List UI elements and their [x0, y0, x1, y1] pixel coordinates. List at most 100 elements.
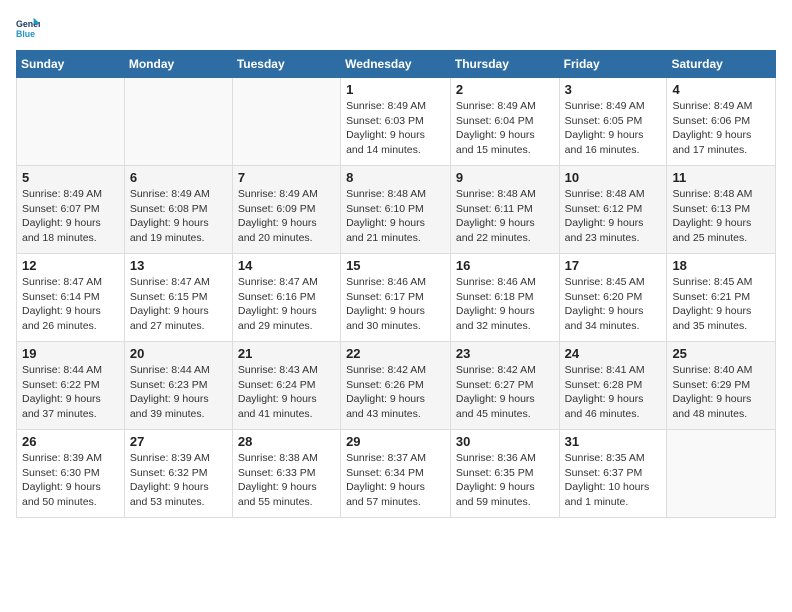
- day-number: 28: [238, 434, 335, 449]
- day-number: 20: [130, 346, 227, 361]
- day-number: 26: [22, 434, 119, 449]
- day-info: Sunrise: 8:46 AMSunset: 6:17 PMDaylight:…: [346, 275, 445, 334]
- day-info: Sunrise: 8:44 AMSunset: 6:22 PMDaylight:…: [22, 363, 119, 422]
- day-number: 27: [130, 434, 227, 449]
- day-info: Sunrise: 8:41 AMSunset: 6:28 PMDaylight:…: [565, 363, 662, 422]
- weekday-header-saturday: Saturday: [667, 51, 776, 78]
- day-number: 31: [565, 434, 662, 449]
- day-info: Sunrise: 8:40 AMSunset: 6:29 PMDaylight:…: [672, 363, 770, 422]
- calendar-cell: [232, 78, 340, 166]
- calendar-week-row: 26Sunrise: 8:39 AMSunset: 6:30 PMDayligh…: [17, 430, 776, 518]
- day-number: 19: [22, 346, 119, 361]
- day-info: Sunrise: 8:49 AMSunset: 6:07 PMDaylight:…: [22, 187, 119, 246]
- calendar-cell: 26Sunrise: 8:39 AMSunset: 6:30 PMDayligh…: [17, 430, 125, 518]
- day-number: 5: [22, 170, 119, 185]
- calendar-cell: 2 Sunrise: 8:49 AMSunset: 6:04 PMDaylight…: [450, 78, 559, 166]
- day-info: Sunrise: 8:47 AMSunset: 6:15 PMDaylight:…: [130, 275, 227, 334]
- day-info: Sunrise: 8:37 AMSunset: 6:34 PMDaylight:…: [346, 451, 445, 510]
- day-info: Sunrise: 8:36 AMSunset: 6:35 PMDaylight:…: [456, 451, 554, 510]
- calendar-cell: 28 Sunrise: 8:38 AMSunset: 6:33 PMDayligh…: [232, 430, 340, 518]
- day-number: 14: [238, 258, 335, 273]
- day-number: 12: [22, 258, 119, 273]
- day-info: Sunrise: 8:35 AMSunset: 6:37 PMDaylight:…: [565, 451, 662, 510]
- weekday-header-monday: Monday: [124, 51, 232, 78]
- calendar-cell: [124, 78, 232, 166]
- calendar-week-row: 5 Sunrise: 8:49 AMSunset: 6:07 PMDaylight…: [17, 166, 776, 254]
- day-number: 13: [130, 258, 227, 273]
- calendar-cell: 11 Sunrise: 8:48 AMSunset: 6:13 PMDayligh…: [667, 166, 776, 254]
- calendar-cell: 24Sunrise: 8:41 AMSunset: 6:28 PMDayligh…: [559, 342, 667, 430]
- calendar-cell: 22 Sunrise: 8:42 AMSunset: 6:26 PMDayligh…: [341, 342, 451, 430]
- day-info: Sunrise: 8:49 AMSunset: 6:06 PMDaylight:…: [672, 99, 770, 158]
- calendar-cell: 12 Sunrise: 8:47 AMSunset: 6:14 PMDayligh…: [17, 254, 125, 342]
- day-info: Sunrise: 8:43 AMSunset: 6:24 PMDaylight:…: [238, 363, 335, 422]
- day-info: Sunrise: 8:42 AMSunset: 6:26 PMDaylight:…: [346, 363, 445, 422]
- weekday-header-thursday: Thursday: [450, 51, 559, 78]
- calendar-cell: 14 Sunrise: 8:47 AMSunset: 6:16 PMDayligh…: [232, 254, 340, 342]
- calendar-table: SundayMondayTuesdayWednesdayThursdayFrid…: [16, 50, 776, 518]
- day-info: Sunrise: 8:47 AMSunset: 6:14 PMDaylight:…: [22, 275, 119, 334]
- calendar-cell: 9 Sunrise: 8:48 AMSunset: 6:11 PMDaylight…: [450, 166, 559, 254]
- day-info: Sunrise: 8:44 AMSunset: 6:23 PMDaylight:…: [130, 363, 227, 422]
- calendar-cell: 5 Sunrise: 8:49 AMSunset: 6:07 PMDaylight…: [17, 166, 125, 254]
- calendar-cell: 18 Sunrise: 8:45 AMSunset: 6:21 PMDayligh…: [667, 254, 776, 342]
- day-info: Sunrise: 8:45 AMSunset: 6:21 PMDaylight:…: [672, 275, 770, 334]
- day-number: 30: [456, 434, 554, 449]
- calendar-week-row: 19 Sunrise: 8:44 AMSunset: 6:22 PMDayligh…: [17, 342, 776, 430]
- day-number: 22: [346, 346, 445, 361]
- day-number: 16: [456, 258, 554, 273]
- logo: General Blue: [16, 16, 44, 40]
- day-number: 6: [130, 170, 227, 185]
- calendar-cell: 30 Sunrise: 8:36 AMSunset: 6:35 PMDayligh…: [450, 430, 559, 518]
- day-info: Sunrise: 8:49 AMSunset: 6:09 PMDaylight:…: [238, 187, 335, 246]
- calendar-cell: 20 Sunrise: 8:44 AMSunset: 6:23 PMDayligh…: [124, 342, 232, 430]
- day-info: Sunrise: 8:49 AMSunset: 6:04 PMDaylight:…: [456, 99, 554, 158]
- calendar-cell: 13 Sunrise: 8:47 AMSunset: 6:15 PMDayligh…: [124, 254, 232, 342]
- calendar-cell: 15 Sunrise: 8:46 AMSunset: 6:17 PMDayligh…: [341, 254, 451, 342]
- calendar-cell: 3 Sunrise: 8:49 AMSunset: 6:05 PMDaylight…: [559, 78, 667, 166]
- day-number: 1: [346, 82, 445, 97]
- calendar-cell: [667, 430, 776, 518]
- day-info: Sunrise: 8:47 AMSunset: 6:16 PMDaylight:…: [238, 275, 335, 334]
- day-number: 21: [238, 346, 335, 361]
- day-number: 2: [456, 82, 554, 97]
- day-number: 9: [456, 170, 554, 185]
- calendar-cell: 25Sunrise: 8:40 AMSunset: 6:29 PMDayligh…: [667, 342, 776, 430]
- calendar-week-row: 12 Sunrise: 8:47 AMSunset: 6:14 PMDayligh…: [17, 254, 776, 342]
- day-number: 23: [456, 346, 554, 361]
- day-number: 29: [346, 434, 445, 449]
- weekday-header-tuesday: Tuesday: [232, 51, 340, 78]
- svg-text:Blue: Blue: [16, 29, 35, 39]
- day-number: 3: [565, 82, 662, 97]
- day-number: 17: [565, 258, 662, 273]
- day-info: Sunrise: 8:48 AMSunset: 6:13 PMDaylight:…: [672, 187, 770, 246]
- calendar-cell: 23Sunrise: 8:42 AMSunset: 6:27 PMDayligh…: [450, 342, 559, 430]
- day-info: Sunrise: 8:45 AMSunset: 6:20 PMDaylight:…: [565, 275, 662, 334]
- calendar-cell: 10 Sunrise: 8:48 AMSunset: 6:12 PMDayligh…: [559, 166, 667, 254]
- day-number: 7: [238, 170, 335, 185]
- day-info: Sunrise: 8:49 AMSunset: 6:08 PMDaylight:…: [130, 187, 227, 246]
- day-info: Sunrise: 8:49 AMSunset: 6:05 PMDaylight:…: [565, 99, 662, 158]
- calendar-cell: 27 Sunrise: 8:39 AMSunset: 6:32 PMDayligh…: [124, 430, 232, 518]
- calendar-cell: 17 Sunrise: 8:45 AMSunset: 6:20 PMDayligh…: [559, 254, 667, 342]
- day-info: Sunrise: 8:46 AMSunset: 6:18 PMDaylight:…: [456, 275, 554, 334]
- calendar-cell: 21 Sunrise: 8:43 AMSunset: 6:24 PMDayligh…: [232, 342, 340, 430]
- calendar-cell: 19 Sunrise: 8:44 AMSunset: 6:22 PMDayligh…: [17, 342, 125, 430]
- calendar-cell: 8Sunrise: 8:48 AMSunset: 6:10 PMDaylight…: [341, 166, 451, 254]
- day-info: Sunrise: 8:38 AMSunset: 6:33 PMDaylight:…: [238, 451, 335, 510]
- logo-icon: General Blue: [16, 16, 40, 40]
- day-number: 18: [672, 258, 770, 273]
- day-info: Sunrise: 8:39 AMSunset: 6:32 PMDaylight:…: [130, 451, 227, 510]
- calendar-cell: 16 Sunrise: 8:46 AMSunset: 6:18 PMDayligh…: [450, 254, 559, 342]
- calendar-cell: 29 Sunrise: 8:37 AMSunset: 6:34 PMDayligh…: [341, 430, 451, 518]
- day-number: 11: [672, 170, 770, 185]
- day-info: Sunrise: 8:48 AMSunset: 6:12 PMDaylight:…: [565, 187, 662, 246]
- day-info: Sunrise: 8:49 AMSunset: 6:03 PMDaylight:…: [346, 99, 445, 158]
- day-number: 10: [565, 170, 662, 185]
- calendar-cell: [17, 78, 125, 166]
- day-info: Sunrise: 8:48 AMSunset: 6:11 PMDaylight:…: [456, 187, 554, 246]
- day-number: 15: [346, 258, 445, 273]
- calendar-cell: 4Sunrise: 8:49 AMSunset: 6:06 PMDaylight…: [667, 78, 776, 166]
- weekday-header-sunday: Sunday: [17, 51, 125, 78]
- calendar-cell: 1 Sunrise: 8:49 AMSunset: 6:03 PMDaylight…: [341, 78, 451, 166]
